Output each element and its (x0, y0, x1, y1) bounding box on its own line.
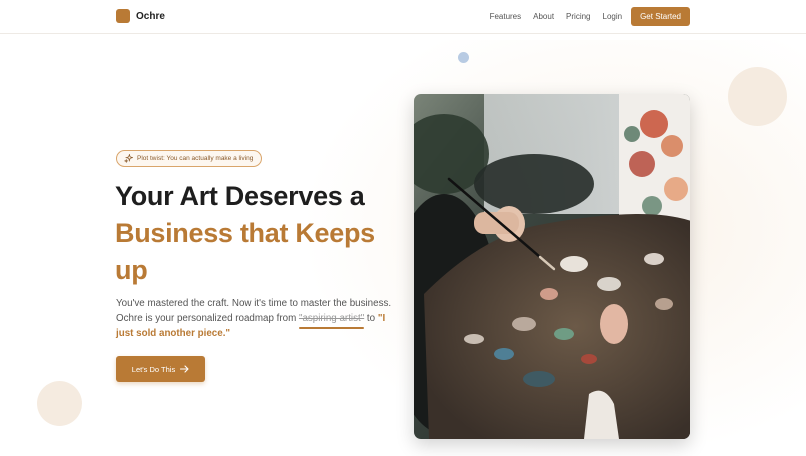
get-started-button[interactable]: Get Started (631, 7, 690, 26)
hero-title-line-2: Business that Keeps (115, 218, 375, 248)
hero-title-line-1: Your Art Deserves a (115, 181, 365, 211)
hero-title-line-3: up (115, 255, 148, 285)
hero-title: Your Art Deserves a Business that Keeps … (115, 178, 375, 289)
nav-link-about[interactable]: About (533, 12, 554, 21)
arrow-right-icon (180, 365, 189, 373)
hero-badge-text: Plot twist: You can actually make a livi… (137, 155, 254, 162)
logo-mark-icon (116, 9, 130, 23)
main-nav: Features About Pricing Login Get Started (490, 7, 690, 26)
decorative-dot (458, 52, 469, 63)
brand-logo[interactable]: Ochre (116, 9, 165, 23)
nav-link-login[interactable]: Login (603, 12, 623, 21)
decorative-circle-bottom-left (37, 381, 82, 426)
hero-badge: Plot twist: You can actually make a livi… (116, 150, 263, 167)
brand-name: Ochre (136, 10, 165, 22)
sparkle-icon (124, 154, 133, 163)
top-navbar: Ochre Features About Pricing Login Get S… (0, 0, 806, 34)
lets-do-this-label: Let's Do This (131, 364, 176, 374)
nav-link-pricing[interactable]: Pricing (566, 12, 590, 21)
nav-link-features[interactable]: Features (490, 12, 522, 21)
lets-do-this-button[interactable]: Let's Do This (116, 356, 205, 382)
hero-desc-part-2: to (364, 313, 378, 324)
decorative-circle-top-right (728, 67, 787, 126)
hero-desc-struck: "aspiring artist" (298, 313, 365, 329)
hero-image-artist-palette (414, 94, 690, 439)
hero-description: You've mastered the craft. Now it's time… (116, 296, 396, 341)
